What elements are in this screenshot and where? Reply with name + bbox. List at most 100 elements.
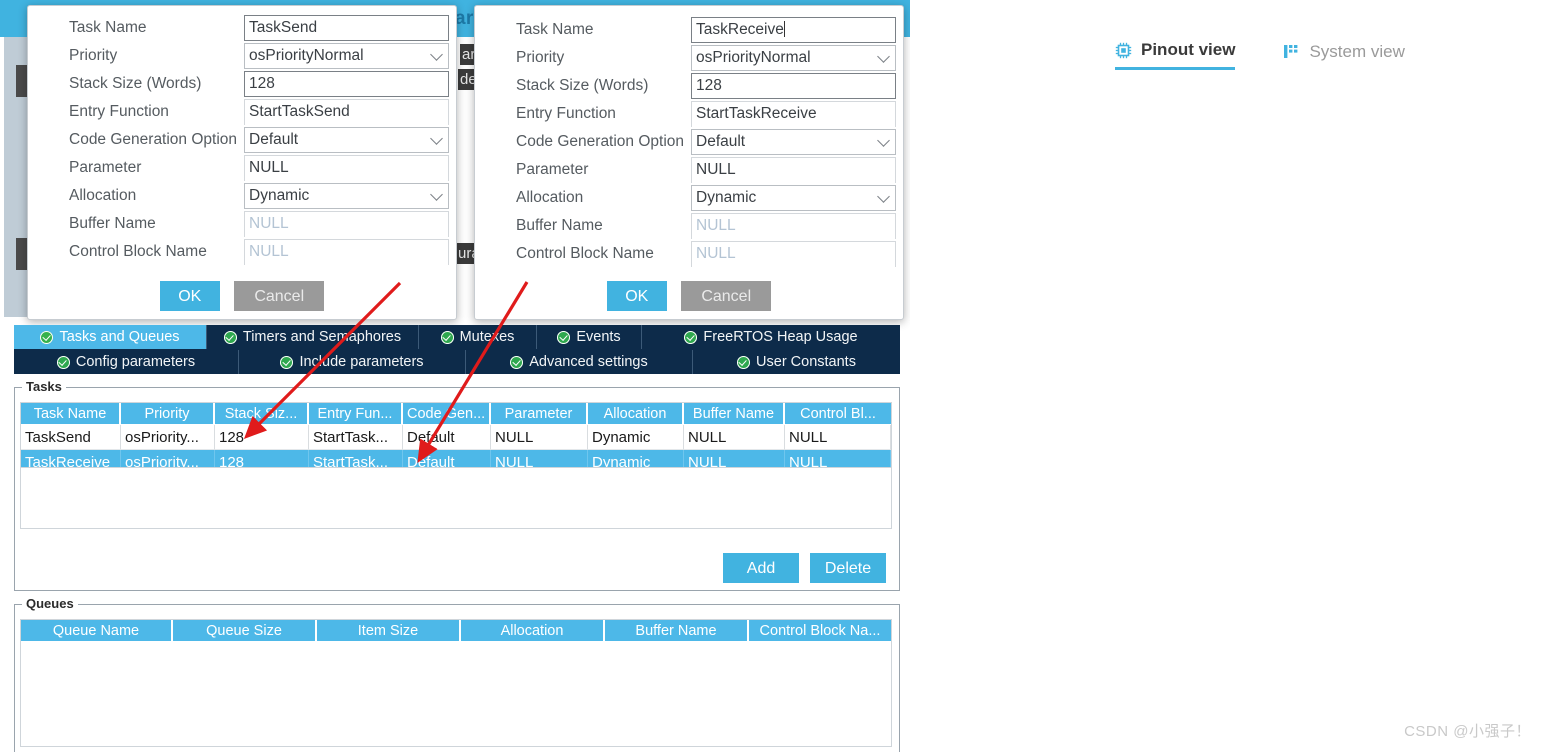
- field-row-entry-function: Entry Function StartTaskReceive: [475, 100, 903, 128]
- field-row-buffer-name: Buffer Name NULL: [28, 210, 456, 238]
- tasks-table-container[interactable]: Task Name Priority Stack Siz... Entry Fu…: [20, 402, 892, 468]
- task-send-dialog[interactable]: Task Name TaskSend Priority osPriorityNo…: [27, 5, 457, 320]
- check-circle-icon: [280, 355, 294, 369]
- tab-advanced-settings[interactable]: Advanced settings: [466, 350, 693, 374]
- task-receive-dialog[interactable]: Task Name TaskReceive Priority osPriorit…: [474, 5, 904, 320]
- tab-freertos-heap-usage[interactable]: FreeRTOS Heap Usage: [642, 325, 900, 349]
- cell-task-name: TaskSend: [21, 425, 121, 450]
- add-button[interactable]: Add: [723, 553, 799, 583]
- tasks-table-empty-area: [20, 468, 892, 529]
- col-control-block-name[interactable]: Control Block Na...: [749, 620, 891, 642]
- tab-label: Advanced settings: [529, 354, 648, 370]
- label-allocation: Allocation: [516, 189, 584, 206]
- tabstrip-row-2: Config parameters Include parameters Adv…: [14, 350, 900, 374]
- label-task-name: Task Name: [69, 19, 147, 36]
- col-entry-function[interactable]: Entry Fun...: [309, 403, 403, 425]
- cell-buffer-name: NULL: [684, 450, 785, 467]
- cell-control-block: NULL: [785, 450, 891, 467]
- input-parameter[interactable]: NULL: [691, 157, 896, 183]
- cell-priority: osPriority...: [121, 450, 215, 467]
- check-circle-icon: [40, 330, 54, 344]
- select-code-generation-option-value: Default: [249, 131, 299, 148]
- input-entry-function[interactable]: StartTaskReceive: [691, 101, 896, 127]
- system-view-icon: [1283, 43, 1300, 60]
- field-row-parameter: Parameter NULL: [475, 156, 903, 184]
- tasks-table-header-row: Task Name Priority Stack Siz... Entry Fu…: [21, 403, 891, 425]
- tab-config-parameters[interactable]: Config parameters: [14, 350, 239, 374]
- field-row-allocation: Allocation Dynamic: [28, 182, 456, 210]
- col-parameter[interactable]: Parameter: [491, 403, 588, 425]
- input-parameter[interactable]: NULL: [244, 155, 449, 181]
- input-entry-function[interactable]: StartTaskSend: [244, 99, 449, 125]
- col-queue-size[interactable]: Queue Size: [173, 620, 317, 642]
- cancel-button[interactable]: Cancel: [234, 281, 325, 311]
- chevron-down-icon: [877, 134, 890, 147]
- field-row-stack-size: Stack Size (Words) 128: [28, 70, 456, 98]
- cell-allocation: Dynamic: [588, 425, 684, 450]
- tab-label: Tasks and Queues: [59, 329, 180, 345]
- cancel-button[interactable]: Cancel: [681, 281, 772, 311]
- label-parameter: Parameter: [69, 159, 142, 176]
- check-circle-icon: [684, 330, 698, 344]
- cell-code-generation: Default: [403, 425, 491, 450]
- select-allocation-value: Dynamic: [696, 189, 757, 206]
- select-code-generation-option[interactable]: Default: [691, 129, 896, 155]
- input-buffer-name[interactable]: NULL: [691, 213, 896, 239]
- tab-mutexes[interactable]: Mutexes: [419, 325, 537, 349]
- tab-pinout-view[interactable]: Pinout view: [1115, 40, 1236, 70]
- table-row[interactable]: TaskReceive osPriority... 128 StartTask.…: [21, 450, 891, 467]
- select-priority[interactable]: osPriorityNormal: [244, 43, 449, 69]
- select-allocation[interactable]: Dynamic: [691, 185, 896, 211]
- col-priority[interactable]: Priority: [121, 403, 215, 425]
- chevron-down-icon: [877, 50, 890, 63]
- tab-events[interactable]: Events: [537, 325, 642, 349]
- tab-system-view[interactable]: System view: [1283, 41, 1405, 69]
- input-control-block-name[interactable]: NULL: [691, 241, 896, 267]
- cell-buffer-name: NULL: [684, 425, 785, 450]
- col-buffer-name[interactable]: Buffer Name: [605, 620, 749, 642]
- col-allocation[interactable]: Allocation: [461, 620, 605, 642]
- queues-table[interactable]: Queue Name Queue Size Item Size Allocati…: [21, 620, 891, 642]
- tab-label: System view: [1309, 41, 1405, 61]
- label-allocation: Allocation: [69, 187, 137, 204]
- input-task-name-value: TaskReceive: [696, 21, 784, 38]
- queues-table-container[interactable]: Queue Name Queue Size Item Size Allocati…: [20, 619, 892, 747]
- col-code-generation[interactable]: Code Gen...: [403, 403, 491, 425]
- col-control-block[interactable]: Control Bl...: [785, 403, 891, 425]
- tab-include-parameters[interactable]: Include parameters: [239, 350, 466, 374]
- col-allocation[interactable]: Allocation: [588, 403, 684, 425]
- input-stack-size[interactable]: 128: [691, 73, 896, 99]
- tab-tasks-and-queues[interactable]: Tasks and Queues: [14, 325, 207, 349]
- label-buffer-name: Buffer Name: [516, 217, 603, 234]
- ok-button[interactable]: OK: [606, 281, 667, 311]
- col-stack-size[interactable]: Stack Siz...: [215, 403, 309, 425]
- input-task-name[interactable]: TaskSend: [244, 15, 449, 41]
- select-priority[interactable]: osPriorityNormal: [691, 45, 896, 71]
- tab-timers-and-semaphores[interactable]: Timers and Semaphores: [207, 325, 419, 349]
- queues-table-header-row: Queue Name Queue Size Item Size Allocati…: [21, 620, 891, 642]
- tab-label: Timers and Semaphores: [242, 329, 402, 345]
- select-code-generation-option[interactable]: Default: [244, 127, 449, 153]
- input-task-name[interactable]: TaskReceive: [691, 17, 896, 43]
- col-task-name[interactable]: Task Name: [21, 403, 121, 425]
- tab-user-constants[interactable]: User Constants: [693, 350, 900, 374]
- ok-button[interactable]: OK: [159, 281, 220, 311]
- col-queue-name[interactable]: Queue Name: [21, 620, 173, 642]
- cell-stack-size: 128: [215, 425, 309, 450]
- input-buffer-name[interactable]: NULL: [244, 211, 449, 237]
- delete-button[interactable]: Delete: [810, 553, 886, 583]
- input-control-block-name[interactable]: NULL: [244, 239, 449, 265]
- chevron-down-icon: [430, 188, 443, 201]
- input-stack-size[interactable]: 128: [244, 71, 449, 97]
- cell-allocation: Dynamic: [588, 450, 684, 467]
- col-buffer-name[interactable]: Buffer Name: [684, 403, 785, 425]
- tasks-table[interactable]: Task Name Priority Stack Siz... Entry Fu…: [21, 403, 891, 467]
- label-entry-function: Entry Function: [69, 103, 169, 120]
- freertos-config-tabstrip: Tasks and Queues Timers and Semaphores M…: [14, 325, 900, 374]
- table-row[interactable]: TaskSend osPriority... 128 StartTask... …: [21, 425, 891, 450]
- select-allocation[interactable]: Dynamic: [244, 183, 449, 209]
- tab-label: Pinout view: [1141, 40, 1236, 59]
- col-item-size[interactable]: Item Size: [317, 620, 461, 642]
- dialog-button-bar: OK Cancel: [28, 281, 456, 311]
- field-row-parameter: Parameter NULL: [28, 154, 456, 182]
